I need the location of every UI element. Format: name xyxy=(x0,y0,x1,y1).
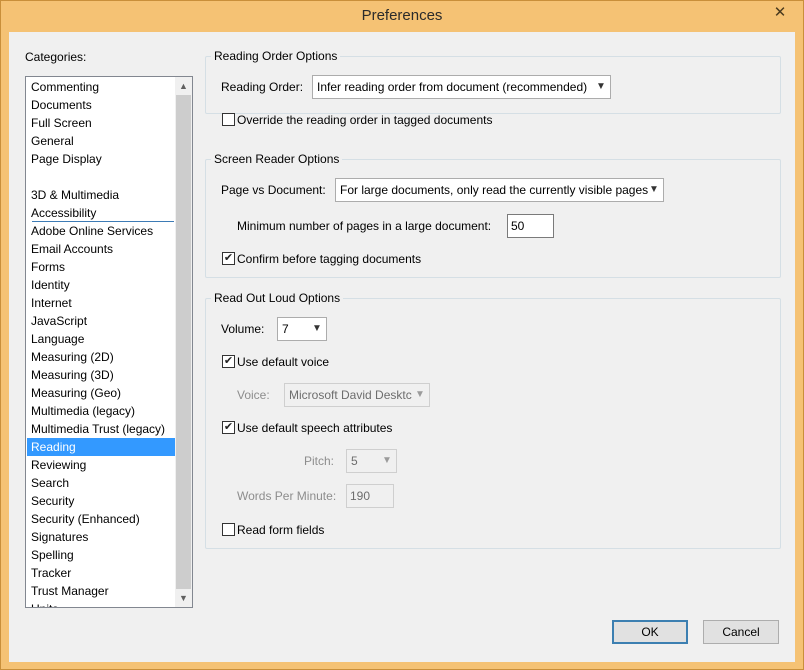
scroll-up-arrow-icon[interactable]: ▲ xyxy=(175,77,192,95)
category-item-general[interactable]: General xyxy=(27,132,175,150)
categories-label: Categories: xyxy=(25,50,87,64)
reading-order-value: Infer reading order from document (recom… xyxy=(317,80,588,94)
volume-label: Volume: xyxy=(221,322,265,336)
scroll-thumb[interactable] xyxy=(176,95,191,589)
confirm-tagging-checkbox[interactable]: ✔ xyxy=(222,252,235,265)
category-item[interactable]: Trust Manager xyxy=(27,582,175,600)
categories-scrollbar[interactable]: ▲ ▼ xyxy=(175,77,192,607)
voice-label: Voice: xyxy=(237,388,270,402)
min-pages-label: Minimum number of pages in a large docum… xyxy=(237,219,492,233)
override-reading-order-checkbox[interactable] xyxy=(222,113,235,126)
ok-button[interactable]: OK xyxy=(612,620,688,644)
volume-value: 7 xyxy=(282,322,289,336)
default-voice-checkbox[interactable]: ✔ xyxy=(222,355,235,368)
category-item[interactable]: Security (Enhanced) xyxy=(27,510,175,528)
categories-list[interactable]: Commenting Documents Full Screen General… xyxy=(25,76,193,608)
category-item-full-screen[interactable]: Full Screen xyxy=(27,114,175,132)
preferences-window: Preferences ✕ Categories: Commenting Doc… xyxy=(0,0,804,670)
category-item[interactable]: Measuring (2D) xyxy=(27,348,175,366)
category-item-commenting[interactable]: Commenting xyxy=(27,78,175,96)
category-item[interactable]: Email Accounts xyxy=(27,240,175,258)
page-vs-document-label: Page vs Document: xyxy=(221,183,326,197)
page-vs-document-value: For large documents, only read the curre… xyxy=(340,183,649,197)
category-item[interactable]: JavaScript xyxy=(27,312,175,330)
window-title: Preferences xyxy=(361,7,443,24)
default-speech-label: Use default speech attributes xyxy=(237,421,393,435)
category-item[interactable]: Spelling xyxy=(27,546,175,564)
scroll-down-arrow-icon[interactable]: ▼ xyxy=(175,589,192,607)
category-item[interactable]: Tracker xyxy=(27,564,175,582)
category-item[interactable]: Measuring (3D) xyxy=(27,366,175,384)
voice-value: Microsoft David Desktc xyxy=(289,388,412,402)
cancel-button[interactable]: Cancel xyxy=(703,620,779,644)
category-item[interactable]: Units xyxy=(27,600,175,607)
pitch-dropdown[interactable]: 5 ▼ xyxy=(346,449,397,473)
category-item[interactable]: Multimedia Trust (legacy) xyxy=(27,420,175,438)
chevron-down-icon: ▼ xyxy=(312,323,322,334)
category-item[interactable]: Adobe Online Services xyxy=(27,222,175,240)
close-icon: ✕ xyxy=(773,4,787,21)
dialog-body: Categories: Commenting Documents Full Sc… xyxy=(9,32,795,662)
pitch-label: Pitch: xyxy=(304,454,335,468)
category-item[interactable]: Internet xyxy=(27,294,175,312)
reading-order-dropdown[interactable]: Infer reading order from document (recom… xyxy=(312,75,611,99)
voice-dropdown[interactable]: Microsoft David Desktc ▼ xyxy=(284,383,430,407)
pitch-value: 5 xyxy=(351,454,358,468)
page-vs-document-dropdown[interactable]: For large documents, only read the curre… xyxy=(335,178,664,202)
confirm-tagging-label: Confirm before tagging documents xyxy=(237,252,422,266)
category-item[interactable]: Identity xyxy=(27,276,175,294)
read-form-fields-label: Read form fields xyxy=(237,523,325,537)
category-item[interactable]: Signatures xyxy=(27,528,175,546)
category-item[interactable]: Search xyxy=(27,474,175,492)
min-pages-input[interactable]: 50 xyxy=(507,214,554,238)
category-item[interactable]: Language xyxy=(27,330,175,348)
screen-reader-group-title: Screen Reader Options xyxy=(211,152,343,166)
wpm-input[interactable]: 190 xyxy=(346,484,394,508)
category-item[interactable]: Forms xyxy=(27,258,175,276)
read-out-loud-group-title: Read Out Loud Options xyxy=(211,291,344,305)
category-item-page-display[interactable]: Page Display xyxy=(27,150,175,168)
category-item[interactable]: Measuring (Geo) xyxy=(27,384,175,402)
chevron-down-icon: ▼ xyxy=(649,184,659,195)
category-item-reading-selected[interactable]: Reading xyxy=(27,438,175,456)
title-bar[interactable]: Preferences xyxy=(1,1,803,31)
chevron-down-icon: ▼ xyxy=(415,389,425,400)
reading-order-group-title: Reading Order Options xyxy=(211,49,341,63)
close-button[interactable]: ✕ xyxy=(765,2,795,22)
category-item[interactable]: Accessibility xyxy=(27,204,175,222)
category-item[interactable]: Multimedia (legacy) xyxy=(27,402,175,420)
category-item[interactable]: Security xyxy=(27,492,175,510)
category-item-documents[interactable]: Documents xyxy=(27,96,175,114)
override-reading-order-label: Override the reading order in tagged doc… xyxy=(237,113,493,127)
chevron-down-icon: ▼ xyxy=(382,455,392,466)
wpm-label: Words Per Minute: xyxy=(237,489,337,503)
category-item[interactable]: 3D & Multimedia xyxy=(27,186,175,204)
default-voice-label: Use default voice xyxy=(237,355,330,369)
default-speech-checkbox[interactable]: ✔ xyxy=(222,421,235,434)
reading-order-label: Reading Order: xyxy=(221,80,304,94)
volume-dropdown[interactable]: 7 ▼ xyxy=(277,317,327,341)
category-item[interactable]: Reviewing xyxy=(27,456,175,474)
read-form-fields-checkbox[interactable] xyxy=(222,523,235,536)
chevron-down-icon: ▼ xyxy=(596,81,606,92)
